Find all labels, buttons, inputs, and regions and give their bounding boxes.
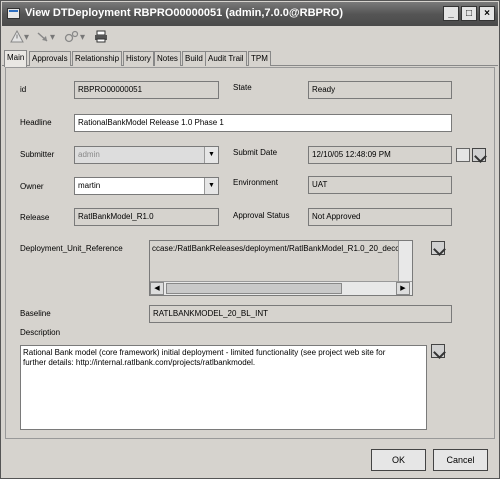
tab-tpm[interactable]: TPM	[248, 51, 271, 66]
window-title: View DTDeployment RBPRO00000051 (admin,7…	[25, 7, 344, 19]
vertical-scrollbar[interactable]	[398, 241, 412, 281]
description-textarea[interactable]: Rational Bank model (core framework) ini…	[20, 345, 427, 430]
edit-icon[interactable]	[472, 148, 486, 162]
deployment-unit-reference-label: Deployment_Unit_Reference	[20, 244, 123, 253]
toolbar: ▾ ▾ ▾	[2, 27, 498, 49]
minimize-button[interactable]: _	[443, 6, 459, 21]
tab-history[interactable]: History	[123, 51, 154, 66]
owner-select[interactable]: martin ▼	[74, 177, 219, 195]
cancel-button[interactable]: Cancel	[433, 449, 488, 471]
chevron-down-icon[interactable]: ▾	[24, 30, 29, 45]
description-label: Description	[20, 328, 61, 337]
deployment-unit-reference-value: ccase:/RatlBankReleases/deployment/RatlB…	[152, 244, 407, 253]
id-label: id	[20, 85, 27, 94]
main-tab-panel: id RBPRO00000051 State Ready Headline Ra…	[5, 67, 495, 439]
edit-icon[interactable]	[431, 241, 445, 255]
scrollbar-thumb[interactable]	[166, 283, 342, 294]
dialog-window: View DTDeployment RBPRO00000051 (admin,7…	[0, 0, 500, 479]
headline-label: Headline	[20, 118, 52, 127]
owner-value: martin	[78, 181, 101, 190]
submitter-label: Submitter	[20, 150, 55, 159]
print-icon[interactable]	[94, 30, 108, 45]
window-app-icon	[7, 8, 20, 19]
tab-build[interactable]: Build	[182, 51, 206, 66]
maximize-button[interactable]: □	[461, 6, 477, 21]
scroll-left-arrow-icon[interactable]: ◀	[150, 282, 164, 295]
tab-main[interactable]: Main	[4, 50, 28, 67]
date-picker-button[interactable]	[456, 148, 470, 162]
submit-date-label: Submit Date	[233, 148, 278, 157]
horizontal-scrollbar[interactable]: ◀ ▶	[150, 281, 412, 295]
warning-icon[interactable]	[10, 29, 24, 45]
baseline-label: Baseline	[20, 309, 51, 318]
arrow-icon[interactable]	[36, 30, 50, 45]
deployment-unit-reference-field[interactable]: ccase:/RatlBankReleases/deployment/RatlB…	[149, 240, 413, 296]
baseline-field: RATLBANKMODEL_20_BL_INT	[149, 305, 452, 323]
chevron-down-icon[interactable]: ▾	[80, 30, 85, 45]
approval-status-field: Not Approved	[308, 208, 452, 226]
edit-icon[interactable]	[431, 344, 445, 358]
environment-field: UAT	[308, 176, 452, 194]
chevron-down-icon[interactable]: ▼	[204, 178, 218, 194]
tab-strip: Main Approvals Relationship History Note…	[2, 50, 498, 67]
scroll-right-arrow-icon[interactable]: ▶	[396, 282, 410, 295]
tab-relationship[interactable]: Relationship	[72, 51, 123, 66]
submit-date-field: 12/10/05 12:48:09 PM	[308, 146, 452, 164]
state-label: State	[233, 83, 252, 92]
id-field: RBPRO00000051	[74, 81, 219, 99]
approval-status-label: Approval Status	[233, 211, 290, 220]
release-label: Release	[20, 213, 50, 222]
settings-icon[interactable]	[64, 30, 79, 45]
submitter-select[interactable]: admin ▼	[74, 146, 219, 164]
chevron-down-icon[interactable]: ▾	[50, 30, 55, 45]
close-button[interactable]: ×	[479, 6, 495, 21]
description-line-1: Rational Bank model (core framework) ini…	[23, 348, 386, 357]
title-bar[interactable]: View DTDeployment RBPRO00000051 (admin,7…	[2, 2, 498, 26]
submitter-value: admin	[78, 150, 100, 159]
tab-notes[interactable]: Notes	[154, 51, 181, 66]
environment-label: Environment	[233, 178, 278, 187]
headline-input[interactable]: RationalBankModel Release 1.0 Phase 1	[74, 114, 452, 132]
release-field: RatlBankModel_R1.0	[74, 208, 219, 226]
tab-approvals[interactable]: Approvals	[29, 51, 71, 66]
state-field: Ready	[308, 81, 452, 99]
chevron-down-icon[interactable]: ▼	[204, 147, 218, 163]
tab-audit-trail[interactable]: Audit Trail	[205, 51, 247, 66]
description-line-2: further details: http://internal.ratlban…	[23, 358, 256, 367]
ok-button[interactable]: OK	[371, 449, 426, 471]
owner-label: Owner	[20, 182, 44, 191]
